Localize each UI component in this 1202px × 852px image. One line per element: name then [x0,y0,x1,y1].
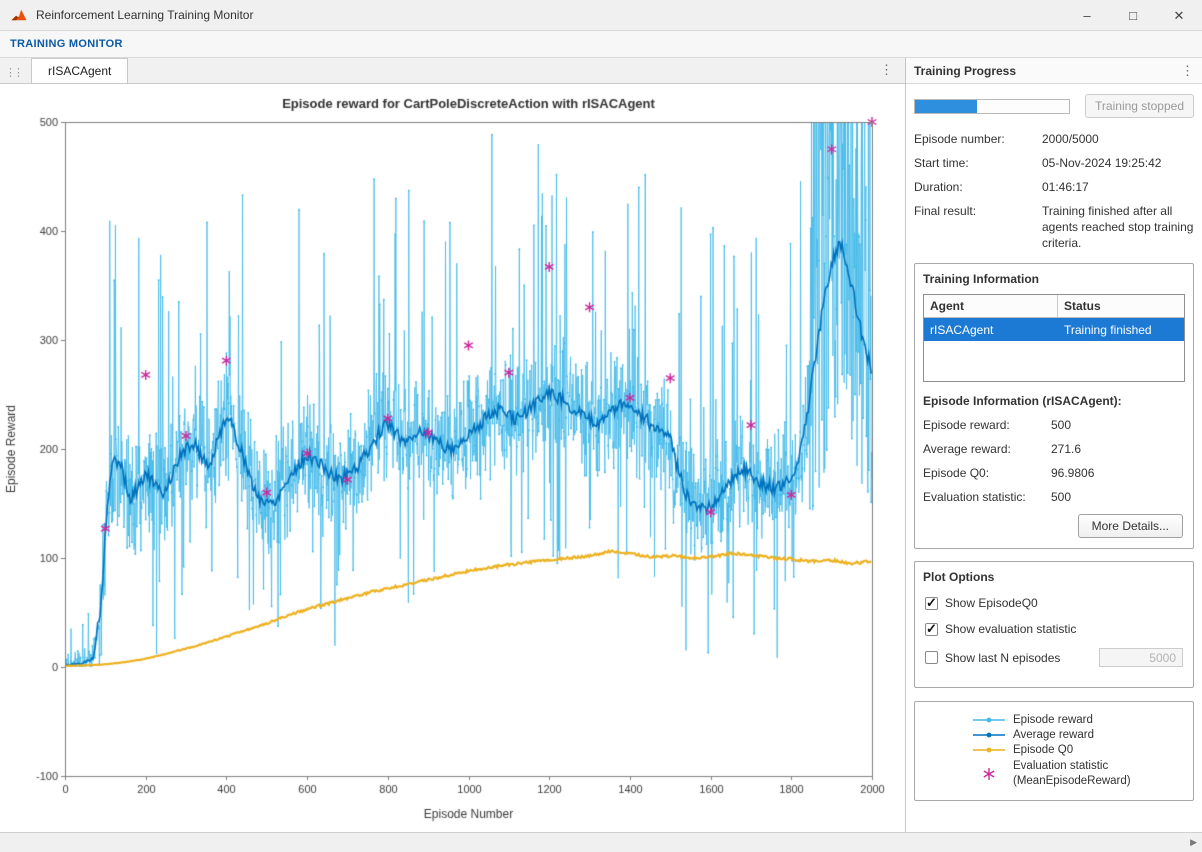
title-bar: Reinforcement Learning Training Monitor … [0,0,1202,31]
legend-item-episode-q0: Episode Q0 [971,744,1189,756]
plot-options-group: Plot Options Show EpisodeQ0 Show evaluat… [914,561,1194,688]
stat-episode-reward: Episode reward: 500 [923,418,1185,432]
legend-item-evaluation-statistic: Evaluation statistic (MeanEpisodeReward) [971,759,1189,788]
window-title: Reinforcement Learning Training Monitor [36,8,253,22]
option-label: Show evaluation statistic [945,622,1076,636]
line-dot-marker-icon [971,729,1007,741]
panel-title: Training Progress [914,64,1016,78]
show-last-n-episodes-checkbox[interactable] [925,651,938,664]
field-label: Episode number: [914,132,1042,146]
field-label: Final result: [914,204,1042,251]
training-plot [0,84,905,832]
field-value: Training finished after all agents reach… [1042,204,1194,251]
field-value: 2000/5000 [1042,132,1194,146]
show-episodeq0-checkbox[interactable] [925,597,938,610]
field-label: Start time: [914,156,1042,170]
stat-value: 500 [1051,418,1071,432]
n-episodes-input[interactable] [1099,648,1183,667]
close-icon: ✕ [1174,9,1185,22]
stat-average-reward: Average reward: 271.6 [923,442,1185,456]
agent-status-table: Agent Status rISACAgent Training finishe… [923,294,1185,382]
table-header-agent: Agent [924,295,1058,317]
stat-label: Average reward: [923,442,1051,456]
stat-value: 271.6 [1051,442,1081,456]
training-stopped-button[interactable]: Training stopped [1085,94,1194,118]
option-show-episodeq0: Show EpisodeQ0 [925,596,1183,610]
plot-options-title: Plot Options [923,570,1185,584]
option-show-evaluation-statistic: Show evaluation statistic [925,622,1183,636]
table-empty-space [924,341,1184,381]
panel-header: Training Progress ⋮ [906,58,1202,84]
field-value: 01:46:17 [1042,180,1194,194]
stat-label: Episode Q0: [923,466,1051,480]
legend-label: Episode reward [1013,714,1093,726]
main-content: ⋮⋮ rISACAgent ⋮ Training Progress ⋮ Trai… [0,58,1202,832]
line-dot-marker-icon [971,744,1007,756]
plot-legend: Episode reward Average reward Episode Q0 [914,701,1194,801]
progress-row: Training stopped [914,94,1194,118]
training-information-group: Training Information Agent Status rISACA… [914,263,1194,549]
panel-menu-icon[interactable]: ⋮ [1181,63,1194,79]
document-area: ⋮⋮ rISACAgent ⋮ [0,58,905,832]
legend-label: Evaluation statistic (MeanEpisodeReward) [1013,759,1131,788]
statusbar-expand-arrow-icon[interactable]: ▶ [1190,837,1197,848]
stat-label: Evaluation statistic: [923,490,1051,504]
table-row-risacagent[interactable]: rISACAgent Training finished [924,318,1184,341]
tab-risacagent[interactable]: rISACAgent [31,58,128,83]
stat-label: Episode reward: [923,418,1051,432]
document-tab-bar: ⋮⋮ rISACAgent ⋮ [0,58,905,84]
more-details-button[interactable]: More Details... [1078,514,1183,538]
field-final-result: Final result: Training finished after al… [914,204,1194,251]
stat-episode-q0: Episode Q0: 96.9806 [923,466,1185,480]
legend-label-line1: Evaluation statistic [1013,759,1131,773]
matlab-icon [10,6,28,24]
option-label: Show last N episodes [945,651,1060,665]
status-bar: ▶ [0,832,1202,852]
legend-item-episode-reward: Episode reward [971,714,1189,726]
progress-bar [914,99,1070,114]
legend-label: Average reward [1013,729,1094,741]
stat-evaluation-statistic: Evaluation statistic: 500 [923,490,1185,504]
field-start-time: Start time: 05-Nov-2024 19:25:42 [914,156,1194,170]
episode-information-title: Episode Information (rISACAgent): [923,394,1185,408]
panel-body: Training stopped Episode number: 2000/50… [906,84,1202,832]
legend-label-line2: (MeanEpisodeReward) [1013,774,1131,788]
table-header-row: Agent Status [924,295,1184,318]
table-cell-status: Training finished [1058,318,1184,341]
tab-label: rISACAgent [48,64,111,78]
line-dot-marker-icon [971,714,1007,726]
tab-overflow-menu-icon[interactable]: ⋮ [880,62,893,78]
close-button[interactable]: ✕ [1156,0,1202,30]
field-duration: Duration: 01:46:17 [914,180,1194,194]
stat-value: 500 [1051,490,1071,504]
field-label: Duration: [914,180,1042,194]
field-episode-number: Episode number: 2000/5000 [914,132,1194,146]
minimize-button[interactable]: – [1064,0,1110,30]
table-cell-agent: rISACAgent [924,318,1058,341]
training-progress-panel: Training Progress ⋮ Training stopped Epi… [905,58,1202,832]
field-value: 05-Nov-2024 19:25:42 [1042,156,1194,170]
maximize-button[interactable]: □ [1110,0,1156,30]
chart-area [0,84,905,832]
option-show-last-n-episodes: Show last N episodes [925,648,1183,667]
maximize-icon: □ [1129,9,1137,22]
ribbon-bar: TRAINING MONITOR [0,31,1202,58]
asterisk-marker-icon [971,767,1007,781]
training-information-title: Training Information [923,272,1185,286]
stat-value: 96.9806 [1051,466,1094,480]
legend-label: Episode Q0 [1013,744,1073,756]
table-header-status: Status [1058,295,1184,317]
ribbon-tab-training-monitor[interactable]: TRAINING MONITOR [10,38,123,50]
legend-item-average-reward: Average reward [971,729,1189,741]
progress-bar-fill [915,100,977,113]
option-label: Show EpisodeQ0 [945,596,1038,610]
minimize-icon: – [1083,9,1090,22]
window-controls: – □ ✕ [1064,0,1202,30]
tab-grip-icon: ⋮⋮ [5,66,21,79]
show-evaluation-statistic-checkbox[interactable] [925,623,938,636]
